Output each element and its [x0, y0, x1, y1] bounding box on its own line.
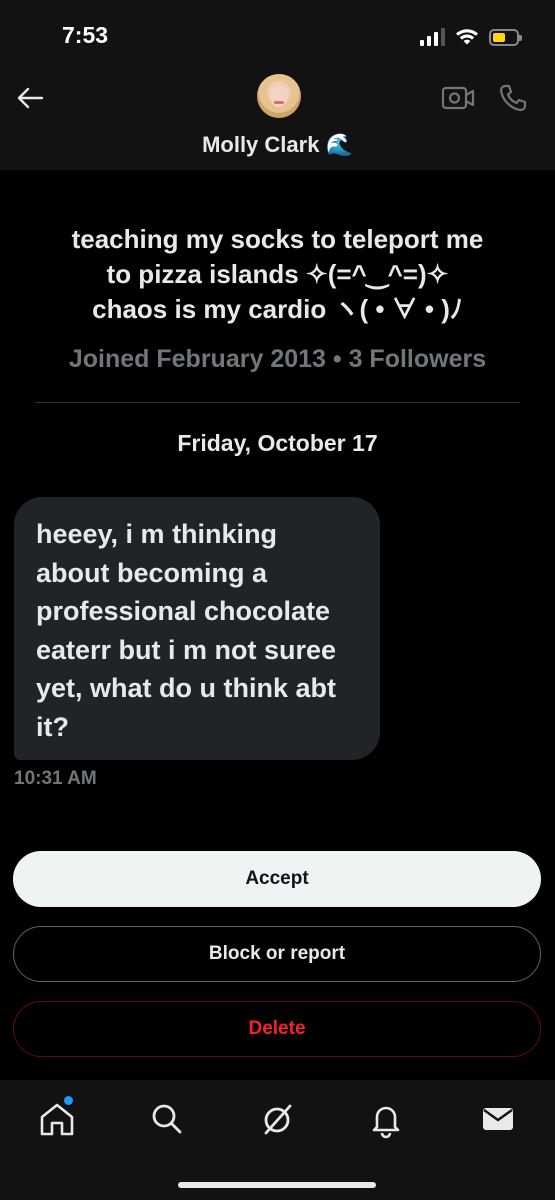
phone-call-icon[interactable] — [497, 82, 529, 114]
signal-icon — [420, 28, 445, 46]
home-icon — [40, 1103, 74, 1136]
grok-icon — [264, 1104, 292, 1135]
search-icon — [152, 1104, 182, 1134]
status-time: 7:53 — [62, 22, 109, 48]
notifications-icon — [372, 1106, 400, 1139]
accept-button[interactable]: Accept — [13, 851, 541, 907]
divider — [35, 402, 520, 403]
bio-line: to pizza islands ✧(=^‿^=)✧ — [106, 259, 449, 289]
message-text: heeey, i m thinking about becoming a pro… — [36, 519, 337, 742]
profile-bio: teaching my socks to teleport me to pizz… — [20, 222, 535, 327]
avatar[interactable] — [257, 74, 301, 118]
status-icons — [420, 24, 522, 50]
home-indicator[interactable] — [178, 1182, 376, 1188]
contact-name[interactable]: Molly Clark 🌊 — [0, 132, 555, 158]
tab-search[interactable] — [147, 1099, 187, 1139]
tab-home[interactable] — [37, 1096, 77, 1139]
video-call-icon[interactable] — [441, 84, 475, 112]
battery-icon — [489, 28, 522, 46]
dm-request-screen: 7:53 Molly Clark 🌊 teaching my socks to … — [0, 0, 555, 1200]
delete-button[interactable]: Delete — [13, 1001, 541, 1057]
message-timestamp: 10:31 AM — [14, 768, 97, 789]
tab-grok[interactable] — [258, 1099, 298, 1139]
unread-dot — [64, 1096, 73, 1105]
bio-line: teaching my socks to teleport me — [71, 224, 484, 254]
bio-line: chaos is my cardio ヽ( • ∀ • )ﾉ — [92, 294, 463, 324]
wifi-icon — [456, 29, 478, 45]
tab-notifications[interactable] — [366, 1099, 406, 1139]
block-or-report-button[interactable]: Block or report — [13, 926, 541, 982]
profile-meta: Joined February 2013 • 3 Followers — [68, 345, 487, 373]
back-arrow-icon[interactable] — [14, 82, 46, 114]
tab-messages[interactable] — [478, 1099, 518, 1139]
header: 7:53 Molly Clark 🌊 — [0, 0, 555, 170]
message-bubble[interactable]: heeey, i m thinking about becoming a pro… — [14, 497, 380, 760]
messages-icon — [483, 1108, 513, 1130]
date-label: Friday, October 17 — [177, 430, 378, 456]
